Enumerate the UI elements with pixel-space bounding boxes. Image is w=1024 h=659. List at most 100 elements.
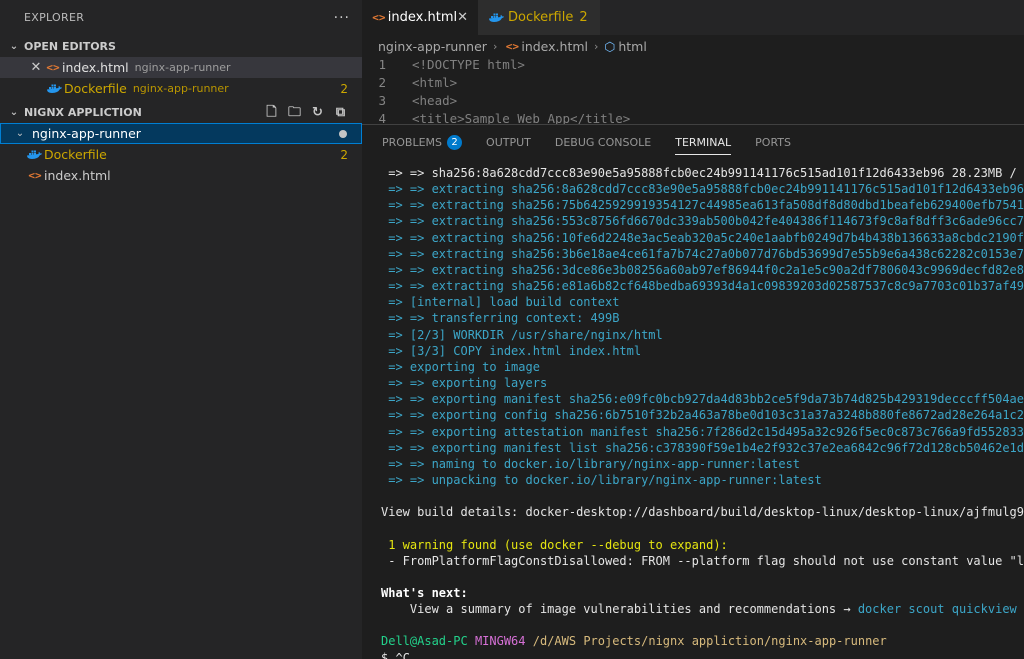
terminal-line-text: View build details: docker-desktop://das… — [381, 505, 1024, 520]
problems-count-badge: 2 — [447, 134, 463, 150]
prompt-user: Dell@Asad-PC — [381, 634, 468, 649]
tab-terminal[interactable]: TERMINAL — [675, 125, 731, 159]
breadcrumb-folder[interactable]: nginx-app-runner — [378, 39, 487, 54]
docker-icon — [489, 13, 504, 22]
chevron-down-icon: ⌄ — [9, 106, 19, 118]
close-icon[interactable]: ✕ — [28, 60, 44, 75]
terminal-line: => => exporting attestation manifest sha… — [381, 424, 1024, 440]
docker-icon — [27, 150, 42, 159]
terminal-line-text: => => exporting layers — [381, 376, 548, 391]
tab-output[interactable]: OUTPUT — [486, 125, 531, 159]
open-editor-item-dockerfile[interactable]: Dockerfile nginx-app-runner 2 — [0, 78, 362, 99]
collapse-all-icon[interactable]: ⧉ — [333, 105, 348, 120]
terminal-line-text: => => exporting config sha256:6b7510f32b… — [381, 408, 1024, 423]
close-icon[interactable]: ✕ — [457, 10, 468, 25]
open-editor-item-index[interactable]: ✕ <> index.html nginx-app-runner — [0, 57, 362, 78]
new-folder-icon[interactable]: 🗀 — [287, 105, 302, 120]
refresh-icon[interactable]: ↻ — [310, 105, 325, 120]
chevron-down-icon: ⌄ — [9, 40, 19, 52]
terminal-line: => => naming to docker.io/library/nginx-… — [381, 456, 1024, 472]
terminal-line: => => extracting sha256:8a628cdd7ccc83e9… — [381, 181, 1024, 197]
terminal-line-text: => => exporting manifest list sha256:c37… — [381, 440, 1024, 455]
terminal-line: => => extracting sha256:e81a6b82cf648bed… — [381, 278, 1024, 294]
tab-dockerfile[interactable]: Dockerfile 2 — [478, 0, 600, 35]
folder-nginx-app-runner[interactable]: ⌄ nginx-app-runner — [0, 123, 362, 144]
open-editors-header[interactable]: ⌄ OPEN EDITORS — [0, 35, 362, 57]
terminal-line: => [2/3] WORKDIR /usr/share/nginx/html — [381, 327, 1024, 343]
modified-dot-icon — [339, 129, 347, 138]
open-editors-label: OPEN EDITORS — [24, 39, 116, 53]
workspace-actions: 🗋 🗀 ↻ ⧉ — [264, 105, 362, 120]
terminal-line-text: => => extracting sha256:3dce86e3b08256a6… — [381, 262, 1024, 277]
html-file-icon: <> — [28, 169, 42, 182]
terminal-line: - FromPlatformFlagConstDisallowed: FROM … — [381, 553, 1024, 569]
chevron-right-icon: › — [594, 39, 599, 53]
terminal-line: => => exporting manifest sha256:e09fc0bc… — [381, 391, 1024, 407]
code-text: <!DOCTYPE html> — [412, 57, 525, 72]
explorer-header: EXPLORER ··· — [0, 0, 362, 35]
code-line[interactable]: 2 <html> — [362, 75, 1024, 93]
terminal-input-line[interactable]: $ ^C — [381, 650, 1024, 659]
tab-label: PORTS — [755, 135, 791, 149]
terminal-line-text: => => extracting sha256:75b6425929919354… — [381, 198, 1024, 213]
file-index-html[interactable]: <> index.html — [0, 165, 362, 186]
new-file-icon[interactable]: 🗋 — [264, 105, 279, 120]
tab-label: PROBLEMS — [382, 135, 443, 149]
html-file-icon: <> — [505, 39, 519, 53]
terminal-prompt: Dell@Asad-PC MINGW64 /d/AWS Projects/nig… — [381, 633, 1024, 649]
terminal-line-text: => => extracting sha256:e81a6b82cf648bed… — [381, 279, 1024, 294]
file-name: Dockerfile — [44, 147, 107, 162]
terminal-line-text: => => exporting attestation manifest sha… — [381, 424, 1024, 439]
prompt-shell: MINGW64 — [474, 634, 526, 649]
terminal-line-text: - FromPlatformFlagConstDisallowed: FROM … — [381, 553, 1024, 568]
open-editor-desc: nginx-app-runner — [132, 82, 229, 95]
problem-count-badge: 2 — [340, 81, 348, 96]
file-dockerfile[interactable]: Dockerfile 2 — [0, 144, 362, 165]
folder-name: nginx-app-runner — [32, 126, 141, 141]
html-file-icon: <> — [46, 61, 60, 74]
terminal-line: => => extracting sha256:75b6425929919354… — [381, 197, 1024, 213]
tab-debug-console[interactable]: DEBUG CONSOLE — [555, 125, 651, 159]
terminal-line-text: => => unpacking to docker.io/library/ngi… — [381, 472, 822, 487]
breadcrumb-element[interactable]: html — [618, 39, 646, 54]
terminal-line-text: 1 warning found (use docker --debug to e… — [381, 537, 728, 552]
prompt-path: /d/AWS Projects/nignx appliction/nginx-a… — [532, 634, 887, 649]
terminal-line-text: => => extracting sha256:3b6e18ae4ce61fa7… — [381, 246, 1024, 261]
breadcrumb-file[interactable]: index.html — [521, 39, 588, 54]
more-actions-icon[interactable]: ··· — [334, 10, 350, 26]
terminal-line-text: => => extracting sha256:8a628cdd7ccc83e9… — [381, 182, 1024, 197]
bottom-panel: PROBLEMS 2 OUTPUT DEBUG CONSOLE TERMINAL… — [362, 124, 1024, 659]
terminal-line-text: What's next: — [381, 586, 468, 601]
terminal-line: 1 warning found (use docker --debug to e… — [381, 537, 1024, 553]
line-number: 3 — [378, 93, 386, 108]
tab-label: Dockerfile — [508, 10, 574, 25]
terminal-link[interactable]: docker scout quickview — [858, 602, 1017, 616]
terminal-line: => => transferring context: 499B — [381, 310, 1024, 326]
code-line[interactable]: 3 <head> — [362, 93, 1024, 111]
terminal-line-text: => [2/3] WORKDIR /usr/share/nginx/html — [381, 327, 663, 342]
tab-index-html[interactable]: <> index.html ✕ — [362, 0, 478, 35]
tab-label: OUTPUT — [486, 135, 531, 149]
tab-label: index.html — [387, 10, 458, 25]
line-number: 2 — [378, 75, 386, 90]
html-file-icon: <> — [372, 11, 386, 24]
element-icon: ⬡ — [604, 38, 616, 54]
terminal-line-text: View a summary of image vulnerabilities … — [381, 602, 858, 617]
workspace-header[interactable]: ⌄ NIGNX APPLICTION 🗋 🗀 ↻ ⧉ — [0, 101, 362, 123]
explorer-sidebar: EXPLORER ··· ⌄ OPEN EDITORS ✕ <> index.h… — [0, 0, 362, 659]
problem-count-badge: 2 — [579, 10, 588, 25]
terminal-output[interactable]: => => sha256:8a628cdd7ccc83e90e5a95888fc… — [381, 165, 1024, 659]
terminal-line: => => extracting sha256:3b6e18ae4ce61fa7… — [381, 246, 1024, 262]
terminal-line-text: => => sha256:8a628cdd7ccc83e90e5a95888fc… — [381, 166, 1024, 180]
tab-problems[interactable]: PROBLEMS 2 — [382, 125, 463, 159]
code-line[interactable]: 1 <!DOCTYPE html> — [362, 57, 1024, 75]
explorer-title: EXPLORER — [24, 11, 85, 24]
terminal-line-text: => [internal] load build context — [381, 295, 620, 310]
chevron-down-icon: ⌄ — [15, 128, 25, 139]
tab-ports[interactable]: PORTS — [755, 125, 791, 159]
terminal-line: => => extracting sha256:3dce86e3b08256a6… — [381, 262, 1024, 278]
editor-tabs: <> index.html ✕ Dockerfile 2 — [362, 0, 1024, 35]
terminal-line-text: => => naming to docker.io/library/nginx-… — [381, 456, 801, 471]
terminal-line: => => unpacking to docker.io/library/ngi… — [381, 472, 1024, 488]
